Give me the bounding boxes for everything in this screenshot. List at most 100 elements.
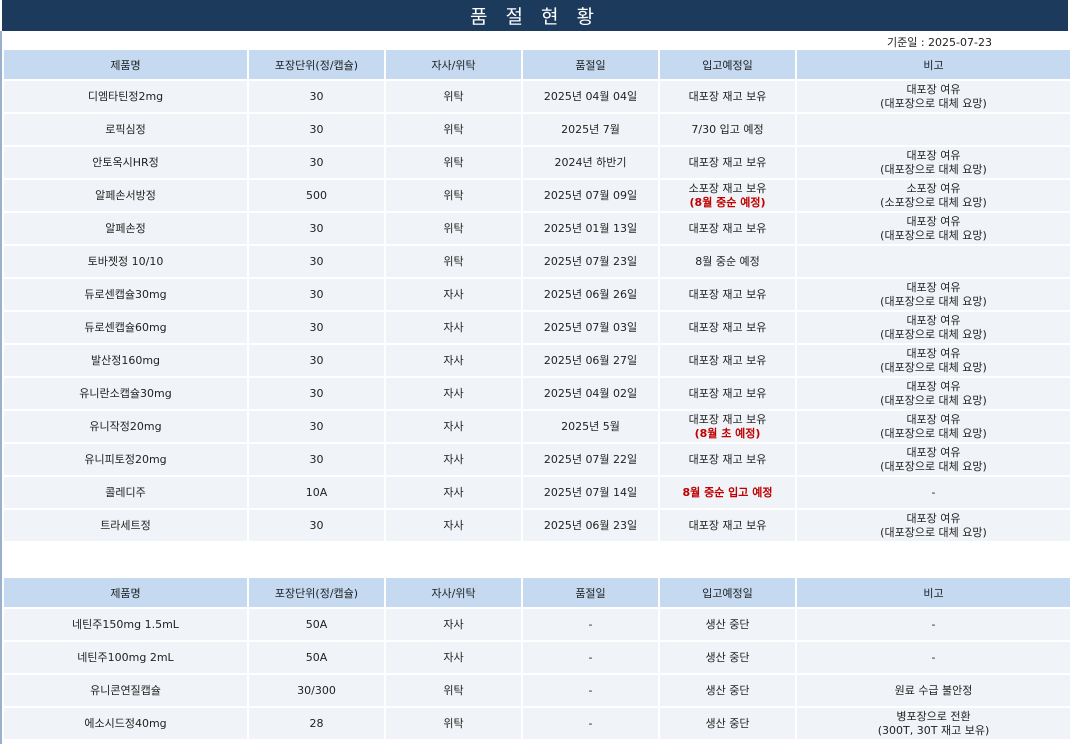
table-row: 알페손서방정 500 위탁 2025년 07월 09일 소포장 재고 보유 (8월 중순 … xyxy=(4,180,1070,211)
product-name-cell: 디엠타틴정2mg xyxy=(4,81,247,112)
note-line: (대포장으로 대체 요망) xyxy=(880,360,987,374)
eta-line: 대포장 재고 보유 xyxy=(688,386,767,400)
soldout-date-cell: - xyxy=(523,609,658,640)
note-line: 대포장 여유 xyxy=(906,445,961,459)
eta-line: 대포장 재고 보유 xyxy=(688,287,767,301)
note-cell: 대포장 여유 (대포장으로 대체 요망) xyxy=(797,378,1070,409)
own-consign-cell: 위탁 xyxy=(386,81,521,112)
eta-cell: 생산 중단 xyxy=(660,708,795,739)
note-line: 원료 수급 불안정 xyxy=(894,683,973,697)
note-line: 대포장 여유 xyxy=(906,280,961,294)
header-row: 제품명 포장단위(정/캡슐) 자사/위탁 품절일 입고예정일 비고 xyxy=(4,50,1070,79)
eta-line: 생산 중단 xyxy=(705,683,750,697)
pack-unit-cell: 30 xyxy=(249,345,384,376)
table-row: 콜레디주 10A 자사 2025년 07월 14일 8월 중순 입고 예정 - xyxy=(4,477,1070,508)
note-cell: 대포장 여유 (대포장으로 대체 요망) xyxy=(797,279,1070,310)
note-cell: 소포장 여유 (소포장으로 대체 요망) xyxy=(797,180,1070,211)
eta-highlight: (8월 초 예정) xyxy=(694,426,761,440)
product-name-cell: 안토옥시HR정 xyxy=(4,147,247,178)
note-line: - xyxy=(931,485,936,499)
pack-unit-cell: 10A xyxy=(249,477,384,508)
own-consign-cell: 자사 xyxy=(386,345,521,376)
header-pack-unit: 포장단위(정/캡슐) xyxy=(249,578,384,607)
pack-unit-cell: 30 xyxy=(249,81,384,112)
eta-cell: 생산 중단 xyxy=(660,609,795,640)
eta-cell: 대포장 재고 보유 xyxy=(660,312,795,343)
header-eta: 입고예정일 xyxy=(660,578,795,607)
note-cell xyxy=(797,114,1070,145)
own-consign-cell: 위탁 xyxy=(386,246,521,277)
note-line: 대포장 여유 xyxy=(906,346,961,360)
soldout-date-cell: 2024년 하반기 xyxy=(523,147,658,178)
soldout-date-cell: - xyxy=(523,708,658,739)
note-line: 대포장 여유 xyxy=(906,511,961,525)
own-consign-cell: 자사 xyxy=(386,444,521,475)
product-name-cell: 발산정160mg xyxy=(4,345,247,376)
note-line: (대포장으로 대체 요망) xyxy=(880,228,987,242)
pack-unit-cell: 30/300 xyxy=(249,675,384,706)
note-line: (소포장으로 대체 요망) xyxy=(880,195,987,209)
table-row: 네틴주150mg 1.5mL 50A 자사 - 생산 중단 - xyxy=(4,609,1070,640)
soldout-date-cell: 2025년 06월 27일 xyxy=(523,345,658,376)
pack-unit-cell: 30 xyxy=(249,378,384,409)
pack-unit-cell: 30 xyxy=(249,114,384,145)
table-row: 발산정160mg 30 자사 2025년 06월 27일 대포장 재고 보유 대포장 여유… xyxy=(4,345,1070,376)
header-soldout-date: 품절일 xyxy=(523,50,658,79)
product-name-cell: 유니작정20mg xyxy=(4,411,247,442)
eta-line: 대포장 재고 보유 xyxy=(688,320,767,334)
note-line: 소포장 여유 xyxy=(906,181,961,195)
note-line: 대포장 여유 xyxy=(906,214,961,228)
header-eta: 입고예정일 xyxy=(660,50,795,79)
product-name-cell: 유니콘연질캡슐 xyxy=(4,675,247,706)
eta-line: 대포장 재고 보유 xyxy=(688,221,767,235)
table-row: 디엠타틴정2mg 30 위탁 2025년 04월 04일 대포장 재고 보유 대포장 여유… xyxy=(4,81,1070,112)
note-cell: 대포장 여유 (대포장으로 대체 요망) xyxy=(797,213,1070,244)
eta-cell: 대포장 재고 보유 xyxy=(660,378,795,409)
own-consign-cell: 위탁 xyxy=(386,675,521,706)
note-cell: 대포장 여유 (대포장으로 대체 요망) xyxy=(797,81,1070,112)
eta-line: 생산 중단 xyxy=(705,617,750,631)
eta-line: 7/30 입고 예정 xyxy=(691,122,764,136)
note-cell: - xyxy=(797,642,1070,673)
note-line: 대포장 여유 xyxy=(906,412,961,426)
note-cell: 원료 수급 불안정 xyxy=(797,675,1070,706)
pack-unit-cell: 30 xyxy=(249,147,384,178)
soldout-date-cell: - xyxy=(523,642,658,673)
table-row: 안토옥시HR정 30 위탁 2024년 하반기 대포장 재고 보유 대포장 여유 (대포장으… xyxy=(4,147,1070,178)
pack-unit-cell: 50A xyxy=(249,609,384,640)
pack-unit-cell: 30 xyxy=(249,279,384,310)
header-product-name: 제품명 xyxy=(4,578,247,607)
own-consign-cell: 위탁 xyxy=(386,708,521,739)
note-line: 대포장 여유 xyxy=(906,148,961,162)
pack-unit-cell: 30 xyxy=(249,213,384,244)
soldout-date-cell: - xyxy=(523,675,658,706)
own-consign-cell: 위탁 xyxy=(386,213,521,244)
product-name-cell: 트라세트정 xyxy=(4,510,247,541)
soldout-date-cell: 2025년 5월 xyxy=(523,411,658,442)
eta-cell: 소포장 재고 보유 (8월 중순 예정) xyxy=(660,180,795,211)
note-cell: 대포장 여유 (대포장으로 대체 요망) xyxy=(797,312,1070,343)
eta-cell: 생산 중단 xyxy=(660,675,795,706)
product-name-cell: 알페손정 xyxy=(4,213,247,244)
table-row: 알페손정 30 위탁 2025년 01월 13일 대포장 재고 보유 대포장 여유 (대포장… xyxy=(4,213,1070,244)
product-name-cell: 유니란소캡슐30mg xyxy=(4,378,247,409)
soldout-date-cell: 2025년 07월 03일 xyxy=(523,312,658,343)
pack-unit-cell: 50A xyxy=(249,642,384,673)
eta-line: 소포장 재고 보유 xyxy=(688,181,767,195)
note-cell: 대포장 여유 (대포장으로 대체 요망) xyxy=(797,510,1070,541)
pack-unit-cell: 30 xyxy=(249,444,384,475)
table-row: 에소시드정40mg 28 위탁 - 생산 중단 병포장으로 전환 (300T, 30T 재고… xyxy=(4,708,1070,739)
soldout-table: 제품명 포장단위(정/캡슐) 자사/위탁 품절일 입고예정일 비고 디엠타틴정2… xyxy=(2,48,1070,543)
eta-cell: 8월 중순 예정 xyxy=(660,246,795,277)
eta-line: 생산 중단 xyxy=(705,716,750,730)
table-row: 네틴주100mg 2mL 50A 자사 - 생산 중단 - xyxy=(4,642,1070,673)
note-line: (대포장으로 대체 요망) xyxy=(880,96,987,110)
product-name-cell: 에소시드정40mg xyxy=(4,708,247,739)
eta-cell: 대포장 재고 보유 xyxy=(660,213,795,244)
soldout-date-cell: 2025년 04월 04일 xyxy=(523,81,658,112)
eta-line: 대포장 재고 보유 xyxy=(688,155,767,169)
note-cell: 병포장으로 전환 (300T, 30T 재고 보유) xyxy=(797,708,1070,739)
table-row: 토바젯정 10/10 30 위탁 2025년 07월 23일 8월 중순 예정 xyxy=(4,246,1070,277)
header-own-consign: 자사/위탁 xyxy=(386,578,521,607)
table-row: 유니란소캡슐30mg 30 자사 2025년 04월 02일 대포장 재고 보유 대포장 … xyxy=(4,378,1070,409)
